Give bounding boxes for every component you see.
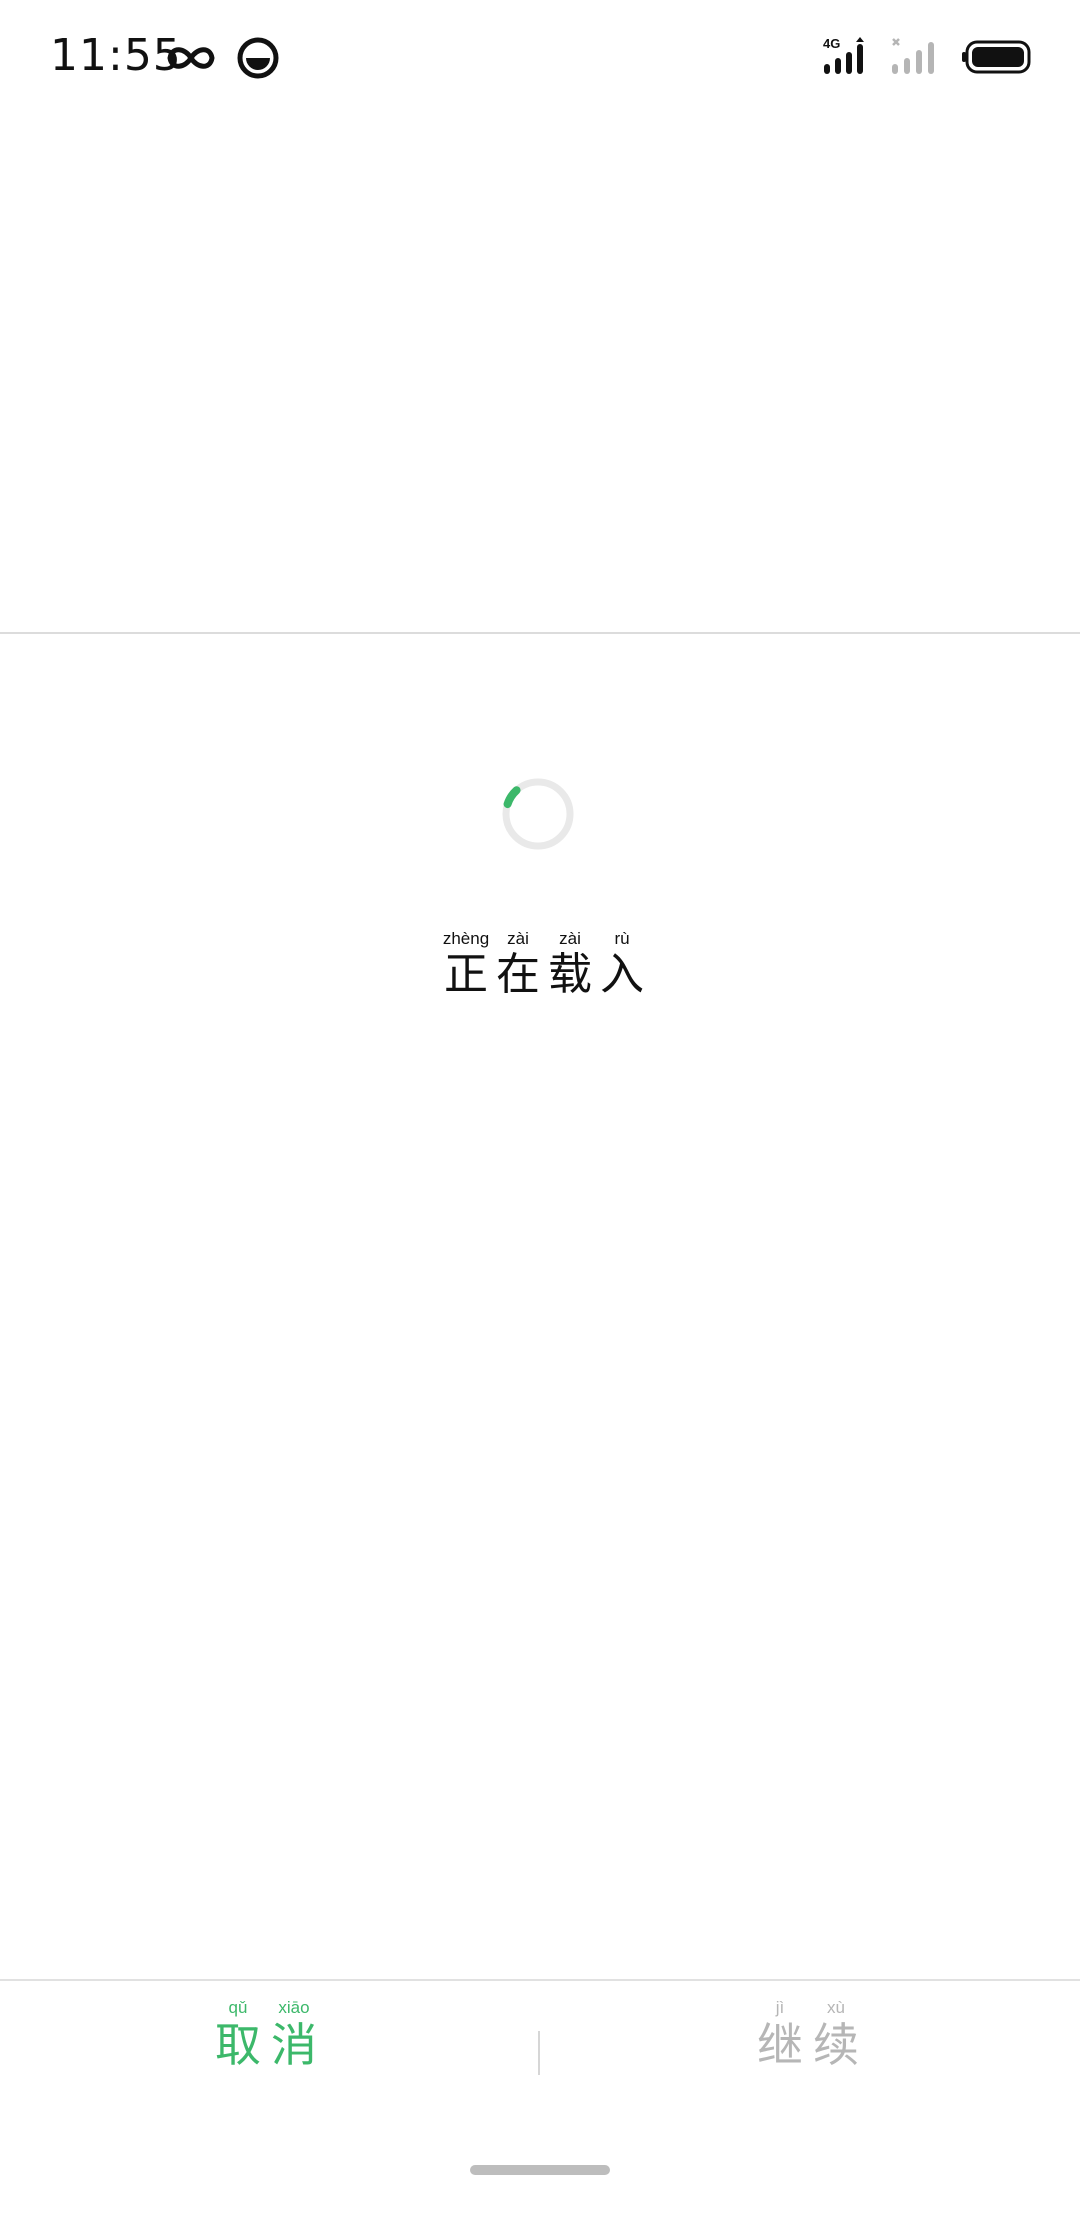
loading-text: zhèng 正 zài 在 zài 载 rù 入 xyxy=(440,930,648,997)
hanzi: 取 xyxy=(215,2018,261,2072)
app-notification-icon xyxy=(237,37,279,79)
hanzi: 继 xyxy=(757,2018,803,2072)
pinyin: qǔ xyxy=(228,1998,248,2017)
pinyin: xù xyxy=(827,1998,845,2017)
cancel-label: qǔ 取 xiāo 消 xyxy=(210,1999,330,2068)
loading-char: rù 入 xyxy=(596,930,648,997)
pinyin: jì xyxy=(775,1998,785,2017)
hanzi: 续 xyxy=(813,2018,859,2072)
hanzi: 载 xyxy=(548,949,592,1000)
cancel-button[interactable]: qǔ 取 xiāo 消 xyxy=(210,1999,330,2089)
home-indicator[interactable] xyxy=(470,2165,610,2175)
status-bar: 11:55 4G xyxy=(0,0,1080,120)
loading-char: zài 载 xyxy=(544,930,596,997)
button-separator xyxy=(538,2031,540,2075)
hanzi: 在 xyxy=(496,949,540,1000)
hanzi: 消 xyxy=(271,2018,317,2072)
infinity-icon xyxy=(167,47,215,69)
loading-char: zhèng 正 xyxy=(440,930,492,997)
network-type-label: 4G xyxy=(823,36,840,51)
pinyin: zhèng xyxy=(442,929,490,948)
pinyin: xiāo xyxy=(278,1998,310,2017)
loading-spinner xyxy=(502,778,574,850)
pinyin: rù xyxy=(614,929,630,948)
continue-char: xù 续 xyxy=(808,1999,864,2068)
cancel-char: xiāo 消 xyxy=(266,1999,322,2068)
continue-char: jì 继 xyxy=(752,1999,808,2068)
pinyin: zài xyxy=(559,929,581,948)
pinyin: zài xyxy=(507,929,529,948)
hanzi: 入 xyxy=(600,949,644,1000)
action-bar: qǔ 取 xiāo 消 jì 继 xù 续 xyxy=(0,1981,1080,2101)
continue-label: jì 继 xù 续 xyxy=(752,1999,872,2068)
continue-button[interactable]: jì 继 xù 续 xyxy=(752,1999,872,2089)
cancel-char: qǔ 取 xyxy=(210,1999,266,2068)
top-divider xyxy=(0,632,1080,634)
hanzi: 正 xyxy=(444,949,488,1000)
signal-4g-icon: 4G xyxy=(823,36,864,74)
status-time: 11:55 xyxy=(50,30,182,81)
spinner-progress-arc xyxy=(503,786,521,809)
signal-no-sim-icon xyxy=(892,38,934,74)
loading-char: zài 在 xyxy=(492,930,544,997)
battery-icon xyxy=(962,40,1031,74)
